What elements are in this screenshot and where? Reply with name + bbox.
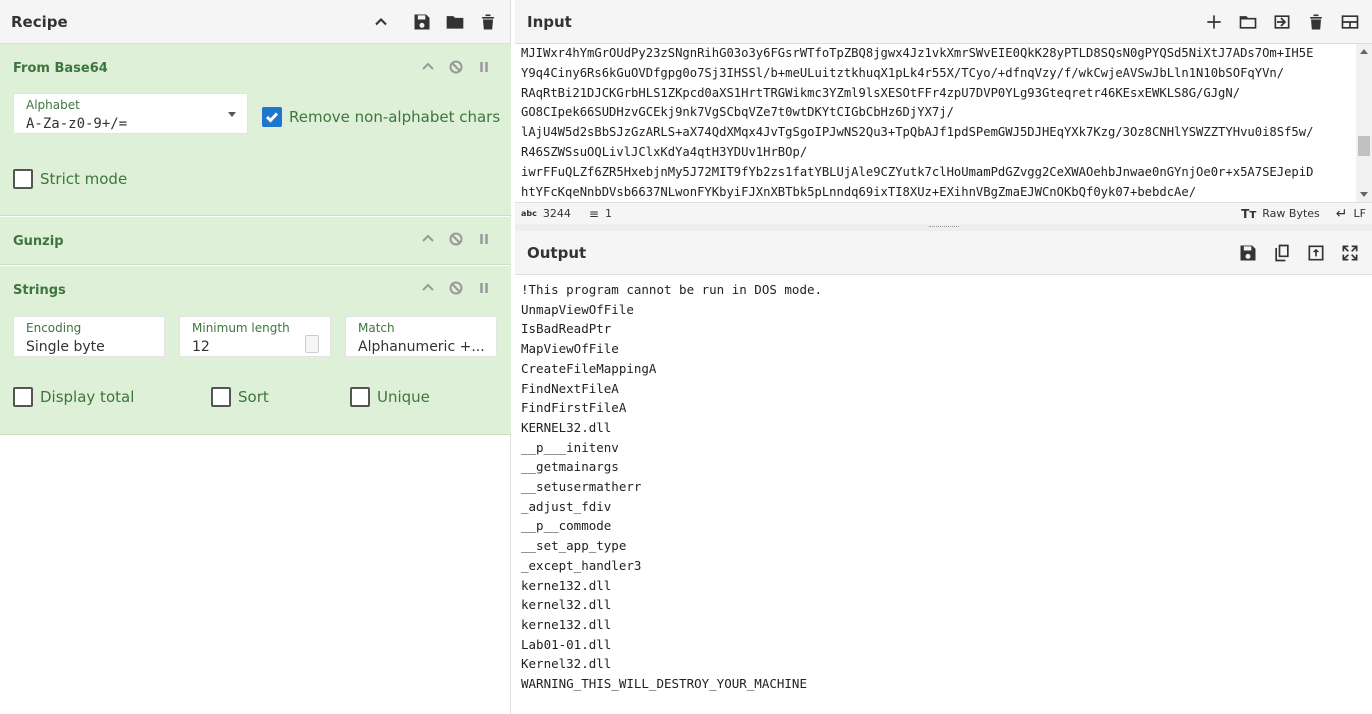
encoding-stat[interactable]: Tт Raw Bytes	[1241, 207, 1320, 221]
operation-title: From Base64	[13, 61, 108, 76]
sort-label: Sort	[238, 388, 269, 406]
replace-input-icon[interactable]	[1305, 242, 1327, 264]
strict-mode-label: Strict mode	[40, 170, 128, 188]
input-title: Input	[527, 12, 572, 31]
chevron-up-icon[interactable]	[370, 11, 392, 33]
checkbox-unchecked-icon[interactable]	[350, 387, 370, 407]
pane-resize-handle[interactable]	[515, 224, 1372, 231]
copy-icon[interactable]	[1271, 242, 1293, 264]
recipe-pane: Recipe From Base64 Alphabet A-Za-z0-9+/=…	[0, 0, 511, 714]
save-icon[interactable]	[411, 11, 433, 33]
operation-from-base64[interactable]: From Base64 Alphabet A-Za-z0-9+/= Remove…	[0, 44, 511, 216]
scroll-thumb[interactable]	[1358, 136, 1370, 156]
disable-icon[interactable]	[449, 232, 463, 246]
input-pane: Input MJIWxr4hYmGrOUdPy23zSNgnRihG03o3y6…	[515, 0, 1372, 224]
encoding-select[interactable]: Encoding Single byte	[13, 316, 165, 357]
disable-icon[interactable]	[449, 60, 463, 74]
input-line: GO8CIpek66SUDHzvGCEkj9nk7VgSCbqVZe7t0wtD…	[521, 105, 954, 120]
checkbox-unchecked-icon[interactable]	[13, 169, 33, 189]
input-line: RAqRtBi21DJCKGrbHLS1ZKpcd0aXS1HrtTRGWikm…	[521, 85, 1241, 100]
output-pane: Output !This program cannot be run in DO…	[515, 231, 1372, 714]
alphabet-value: A-Za-z0-9+/=	[26, 116, 128, 132]
input-line: R46SZWSsuOQLivlJClxKdYa4qtH3YDUv1HrBOp/	[521, 144, 808, 159]
dropdown-arrow-icon	[228, 112, 236, 117]
eol-stat[interactable]: ↵ LF	[1336, 206, 1366, 222]
operation-title: Strings	[13, 283, 66, 298]
encoding-label: Encoding	[26, 321, 82, 335]
input-line: htYFcKqeNnbDVsb6637NLwonFYKbyiFJXnXBTbk5…	[521, 184, 1197, 199]
pause-icon[interactable]	[477, 281, 491, 295]
checkbox-unchecked-icon[interactable]	[211, 387, 231, 407]
operation-gunzip[interactable]: Gunzip	[0, 217, 511, 265]
output-header: Output	[515, 231, 1372, 275]
recipe-header: Recipe	[0, 0, 510, 44]
operation-strings[interactable]: Strings Encoding Single byte Minimum len…	[0, 266, 511, 435]
input-scrollbar[interactable]	[1356, 44, 1372, 202]
input-status-bar: abc 3244 ≡ 1 Tт Raw Bytes ↵ LF	[515, 202, 1372, 224]
sort-checkbox[interactable]: Sort	[211, 387, 269, 407]
lines-value: 1	[604, 207, 612, 220]
length-value: 3244	[542, 207, 571, 220]
length-stat: abc 3244	[521, 207, 571, 220]
checkbox-unchecked-icon[interactable]	[13, 387, 33, 407]
collapse-icon[interactable]	[421, 232, 435, 246]
trash-icon[interactable]	[1305, 11, 1327, 33]
maximize-icon[interactable]	[1339, 242, 1361, 264]
collapse-icon[interactable]	[421, 281, 435, 295]
output-textarea[interactable]: !This program cannot be run in DOS mode.…	[515, 276, 1372, 714]
folder-icon[interactable]	[444, 11, 466, 33]
alphabet-label: Alphabet	[26, 98, 80, 112]
input-line: lAjU4W5d2sBbSJzGzARLS+aX74QdXMqx4JvTgSgo…	[521, 125, 1314, 140]
match-label: Match	[358, 321, 395, 335]
length-icon: abc	[521, 209, 537, 218]
checkbox-checked-icon[interactable]	[262, 107, 282, 127]
output-title: Output	[527, 243, 587, 262]
pause-icon[interactable]	[477, 60, 491, 74]
input-line: Y9q4Ciny6Rs6kGuOVDfgpg0o7Sj3IHSSl/b+meUL…	[521, 65, 1285, 80]
recipe-title: Recipe	[11, 12, 68, 31]
input-textarea[interactable]: MJIWxr4hYmGrOUdPy23zSNgnRihG03o3y6FGsrWT…	[515, 44, 1356, 202]
plus-icon[interactable]	[1203, 11, 1225, 33]
lines-stat: ≡ 1	[589, 207, 612, 221]
layout-icon[interactable]	[1339, 11, 1361, 33]
save-icon[interactable]	[1237, 242, 1259, 264]
trash-icon[interactable]	[477, 11, 499, 33]
collapse-icon[interactable]	[421, 60, 435, 74]
input-header: Input	[515, 0, 1372, 44]
folder-icon[interactable]	[1237, 11, 1259, 33]
encoding-value: Raw Bytes	[1262, 207, 1320, 220]
alphabet-select[interactable]: Alphabet A-Za-z0-9+/=	[13, 93, 248, 134]
pause-icon[interactable]	[477, 232, 491, 246]
display-total-label: Display total	[40, 388, 135, 406]
text-encoding-icon: Tт	[1241, 206, 1257, 221]
remove-nonalpha-label: Remove non-alphabet chars	[289, 108, 501, 126]
stepper-icon[interactable]	[305, 335, 319, 353]
remove-nonalpha-checkbox[interactable]: Remove non-alphabet chars	[262, 107, 500, 127]
grip-icon	[929, 226, 959, 228]
min-length-label: Minimum length	[192, 321, 290, 335]
min-length-input[interactable]: Minimum length 12	[179, 316, 331, 357]
match-value: Alphanumeric +...	[358, 339, 485, 355]
disable-icon[interactable]	[449, 281, 463, 295]
import-icon[interactable]	[1271, 11, 1293, 33]
min-length-value: 12	[192, 339, 210, 355]
match-select[interactable]: Match Alphanumeric +...	[345, 316, 497, 357]
scroll-up-icon[interactable]	[1360, 49, 1368, 54]
input-line: MJIWxr4hYmGrOUdPy23zSNgnRihG03o3y6FGsrWT…	[521, 46, 1314, 60]
eol-value: LF	[1353, 207, 1366, 220]
unique-label: Unique	[377, 388, 430, 406]
encoding-value: Single byte	[26, 339, 105, 355]
eol-icon: ↵	[1335, 205, 1348, 222]
input-line: iwrFFuQLZf6ZR5HxebjnMy5J72MIT9fYb2zs1fat…	[521, 164, 1314, 179]
scroll-down-icon[interactable]	[1360, 192, 1368, 197]
lines-icon: ≡	[588, 206, 599, 221]
operation-title: Gunzip	[13, 234, 64, 249]
display-total-checkbox[interactable]: Display total	[13, 387, 134, 407]
strict-mode-checkbox[interactable]: Strict mode	[13, 169, 127, 189]
unique-checkbox[interactable]: Unique	[350, 387, 430, 407]
